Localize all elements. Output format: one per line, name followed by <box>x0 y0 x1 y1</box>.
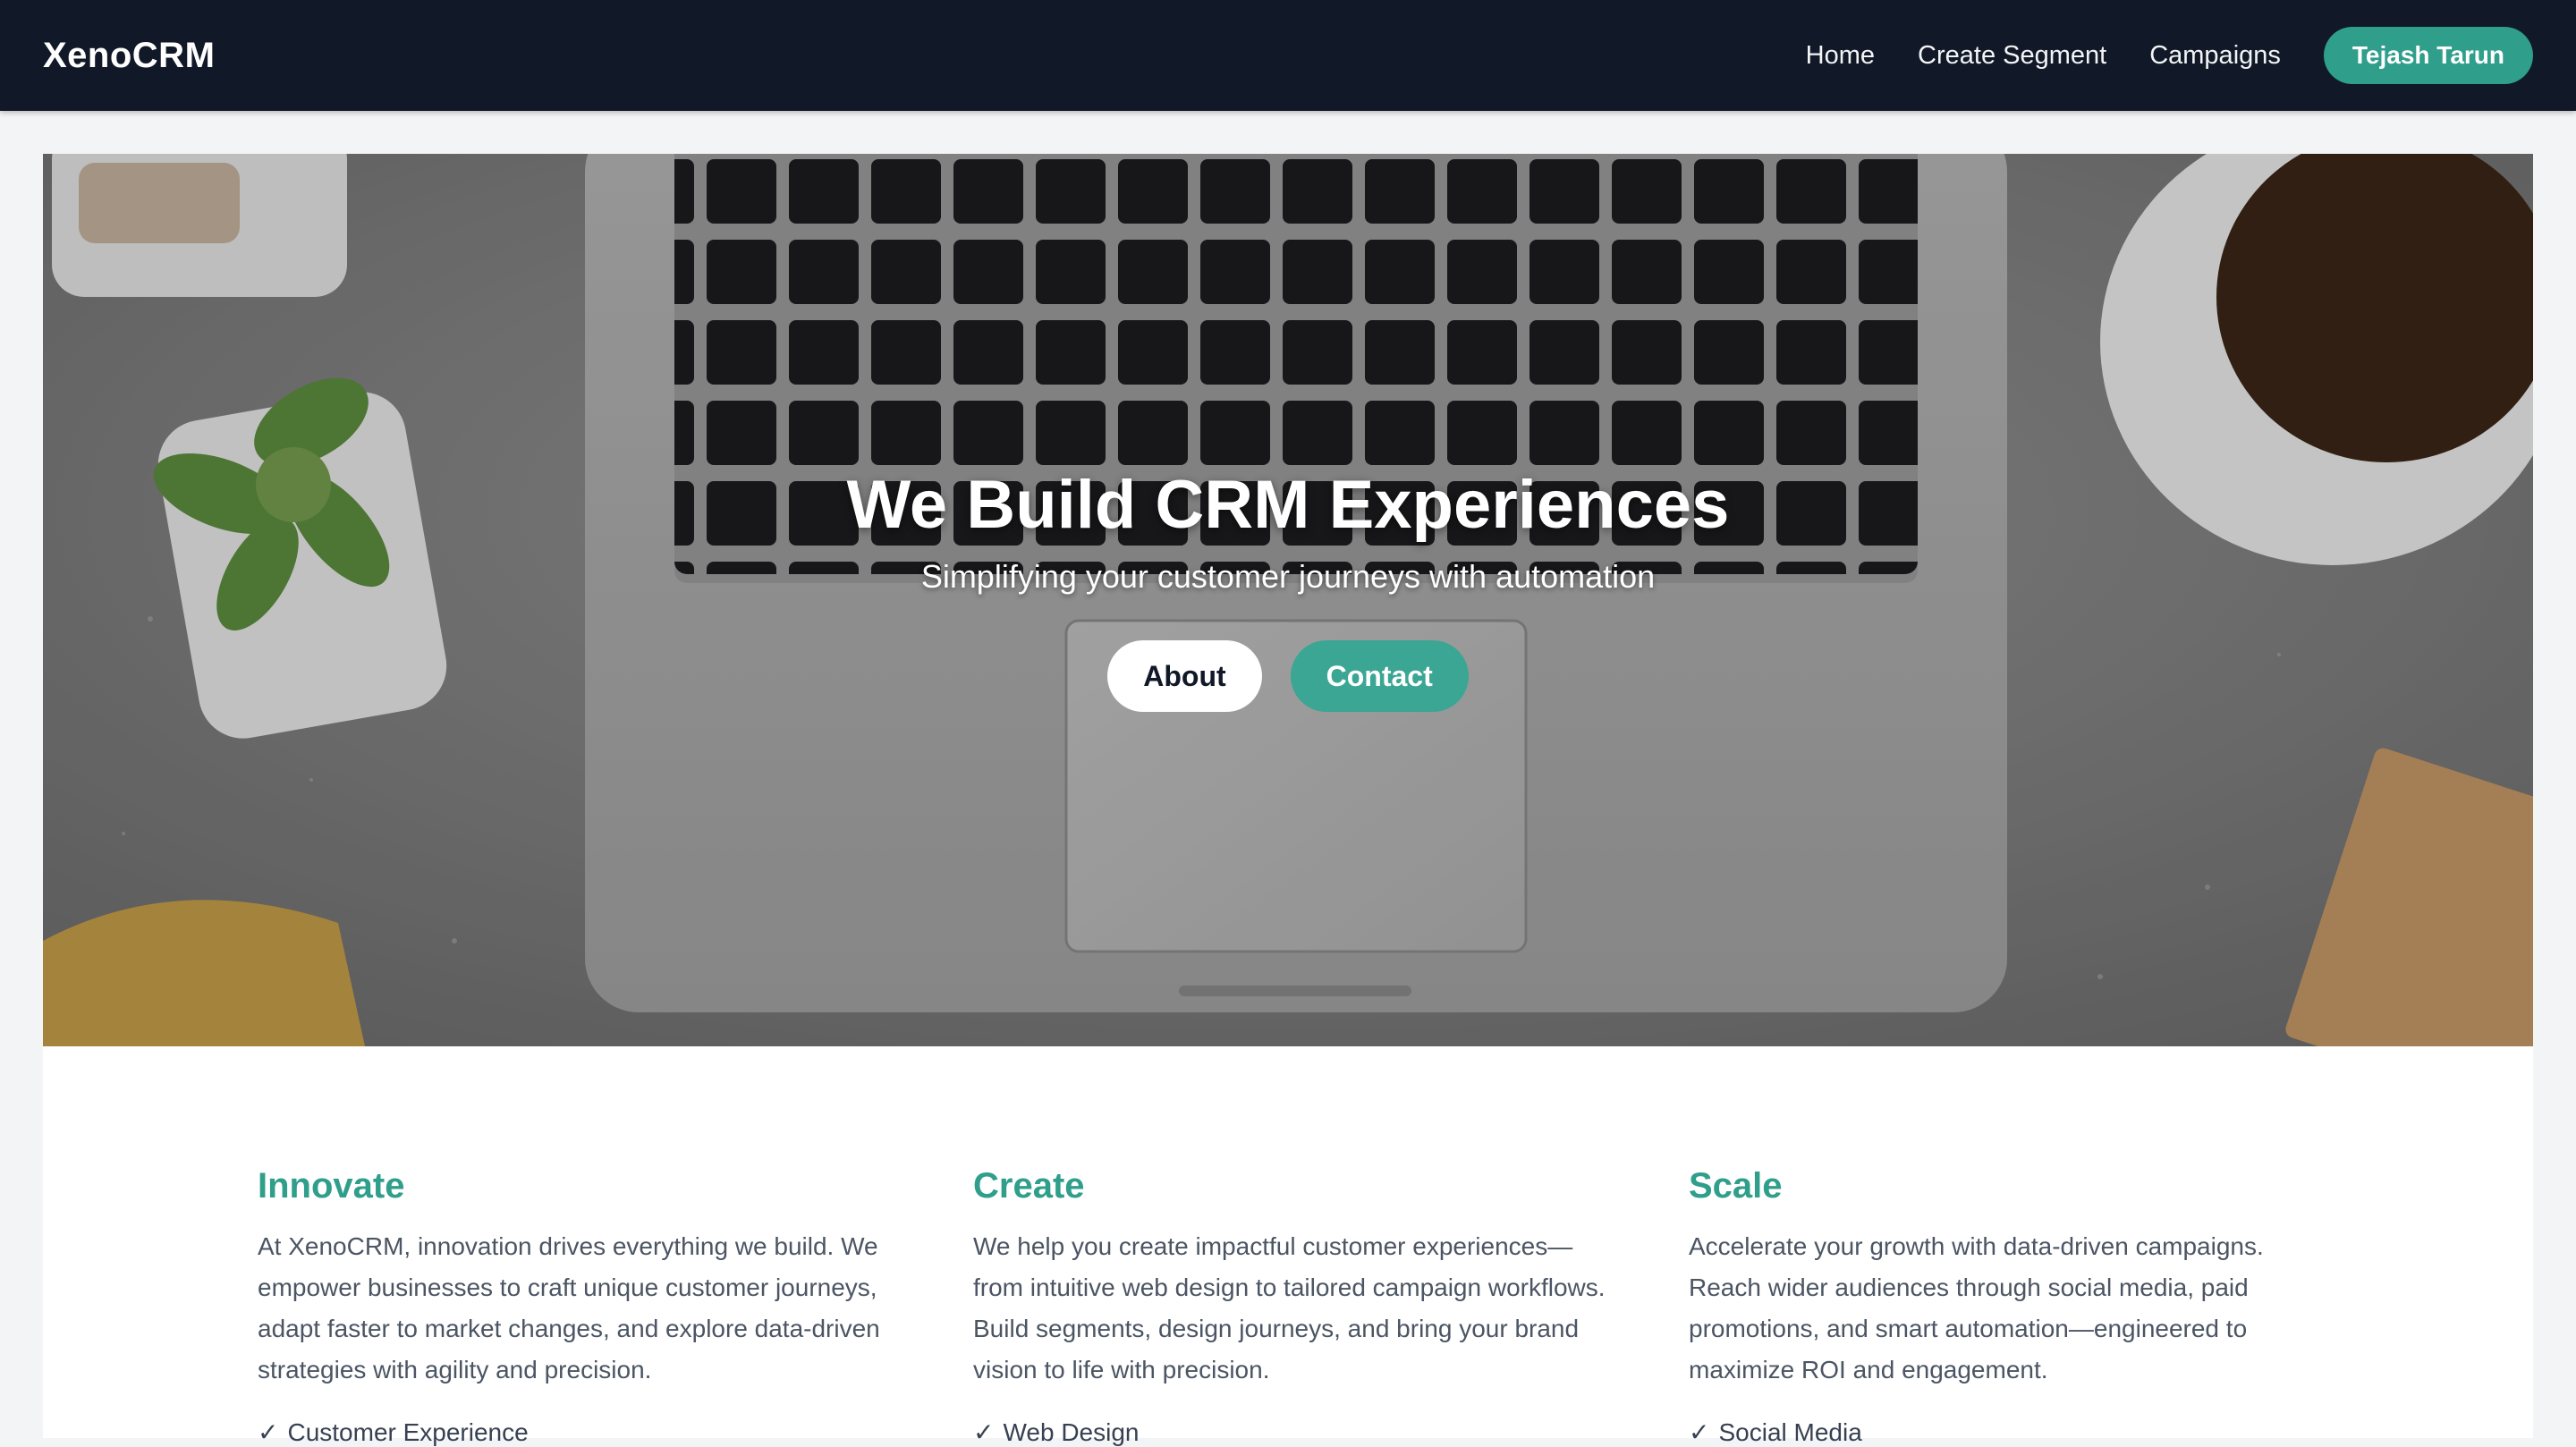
feature-title: Innovate <box>258 1166 405 1206</box>
hero-title: We Build CRM Experiences <box>846 467 1730 543</box>
feature-description: We help you create impactful customer ex… <box>973 1232 1606 1384</box>
feature-list-item: ✓ Customer Experience <box>258 1417 902 1447</box>
about-button[interactable]: About <box>1107 640 1262 712</box>
feature-create: Create We help you create impactful cust… <box>973 1166 1617 1447</box>
check-icon: ✓ <box>973 1418 995 1446</box>
top-navbar: XenoCRM Home Create Segment Campaigns Te… <box>0 0 2576 111</box>
feature-description: At XenoCRM, innovation drives everything… <box>258 1232 880 1384</box>
nav-home-link[interactable]: Home <box>1806 41 1875 71</box>
hero-banner: We Build CRM Experiences Simplifying you… <box>43 154 2533 1046</box>
feature-innovate: Innovate At XenoCRM, innovation drives e… <box>258 1166 902 1447</box>
feature-item-label: Social Media <box>1718 1418 1862 1446</box>
hero-content: We Build CRM Experiences Simplifying you… <box>43 465 2533 712</box>
feature-item-label: Web Design <box>1003 1418 1140 1446</box>
feature-item-label: Customer Experience <box>287 1418 529 1446</box>
features-section: Innovate At XenoCRM, innovation drives e… <box>43 1046 2533 1446</box>
nav-create-segment-link[interactable]: Create Segment <box>1918 41 2106 71</box>
nav-links: Home Create Segment Campaigns Tejash Tar… <box>1763 27 2533 84</box>
hero-subtitle: Simplifying your customer journeys with … <box>920 558 1656 595</box>
hero-buttons: About Contact <box>43 640 2533 712</box>
check-icon: ✓ <box>258 1418 279 1446</box>
feature-description: Accelerate your growth with data-driven … <box>1689 1232 2264 1384</box>
user-profile-button[interactable]: Tejash Tarun <box>2323 27 2533 84</box>
feature-list-item: ✓ Web Design <box>973 1417 1617 1447</box>
feature-list-item: ✓ Social Media <box>1689 1417 2333 1447</box>
feature-title: Scale <box>1689 1166 1783 1206</box>
feature-title: Create <box>973 1166 1085 1206</box>
check-icon: ✓ <box>1689 1418 1710 1446</box>
contact-button[interactable]: Contact <box>1290 640 1469 712</box>
brand-logo[interactable]: XenoCRM <box>43 36 215 76</box>
feature-scale: Scale Accelerate your growth with data-d… <box>1689 1166 2333 1447</box>
nav-campaigns-link[interactable]: Campaigns <box>2149 41 2281 71</box>
